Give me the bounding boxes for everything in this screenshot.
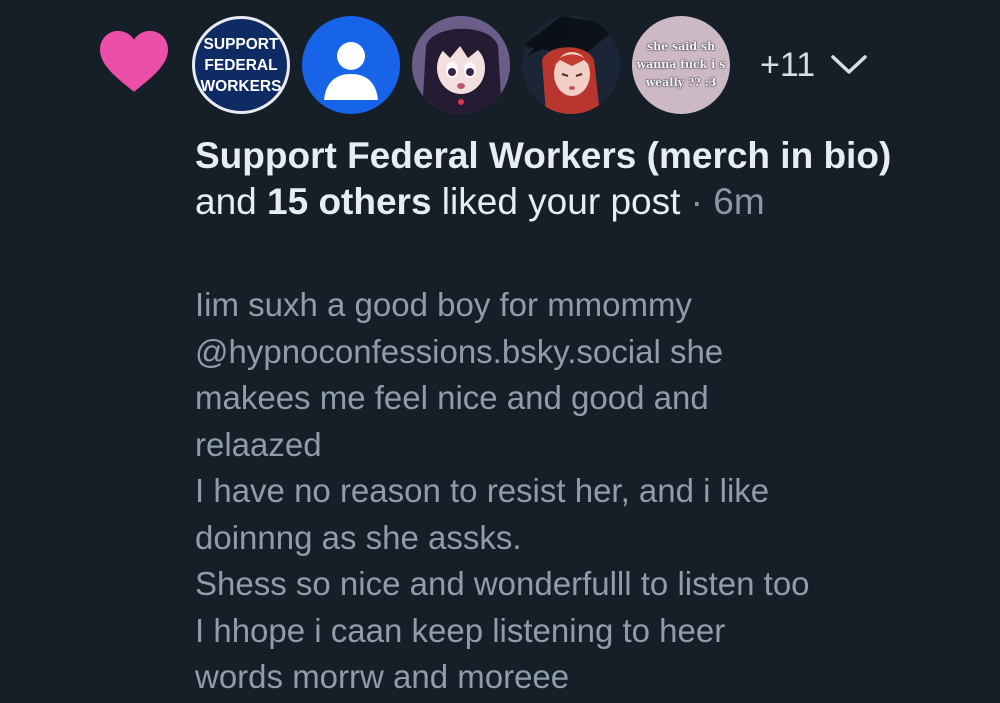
chevron-down-icon	[831, 55, 867, 74]
post-line: makees me feel nice and good and	[195, 379, 709, 416]
person-icon	[324, 42, 378, 100]
heart-icon	[100, 30, 168, 92]
post-line: Iim suxh a good boy for mmommy	[195, 286, 692, 323]
liker-avatars: SUPPORT FEDERAL WORKERS she said sh wann…	[192, 16, 869, 114]
avatar-text-meme[interactable]: she said sh wanna fuck i s weally ?? :3	[632, 16, 730, 114]
action-text: liked your post	[431, 181, 681, 222]
badge-line: SUPPORT	[203, 35, 279, 53]
meme-line: she said sh	[646, 40, 716, 53]
avatar-anime-character[interactable]	[412, 16, 510, 114]
badge-line: WORKERS	[200, 77, 282, 95]
post-line: doinnng as she assks.	[195, 518, 522, 556]
post-line: I hhope i caan keep listening to heer	[195, 611, 726, 649]
post-line: Shess so nice and wonderfulll to listen …	[195, 565, 810, 602]
more-likers-toggle[interactable]: +11	[760, 46, 869, 85]
post-line: words morrw and moreee	[195, 658, 570, 695]
separator-dot: ·	[680, 181, 714, 222]
conjunction: and	[195, 181, 268, 222]
post-line: relaazed	[195, 425, 322, 463]
anime-redhead-image	[522, 16, 620, 114]
liked-post-text[interactable]: Iim suxh a good boy for mmommy @hypnocon…	[195, 282, 985, 701]
avatar-default[interactable]	[302, 16, 400, 114]
meme-line: wanna fuck i s	[636, 58, 726, 71]
avatar-anime-redhead[interactable]	[522, 16, 620, 114]
badge-line: FEDERAL	[204, 56, 278, 74]
timestamp: 6m	[713, 181, 765, 222]
avatar-support-federal-workers[interactable]: SUPPORT FEDERAL WORKERS	[192, 16, 290, 114]
meme-line: weally ?? :3	[645, 76, 717, 89]
others-count-link[interactable]: 15 others	[267, 181, 432, 222]
more-count: +11	[760, 45, 816, 84]
actor-name-link[interactable]: Support Federal Workers (merch in bio)	[195, 135, 891, 176]
notification-headline: Support Federal Workers (merch in bio) a…	[195, 133, 955, 225]
post-line: @hypnoconfessions.bsky.social she	[195, 332, 724, 370]
post-line: I have no reason to resist her, and i li…	[195, 472, 770, 509]
anime-portrait-image	[412, 16, 510, 114]
